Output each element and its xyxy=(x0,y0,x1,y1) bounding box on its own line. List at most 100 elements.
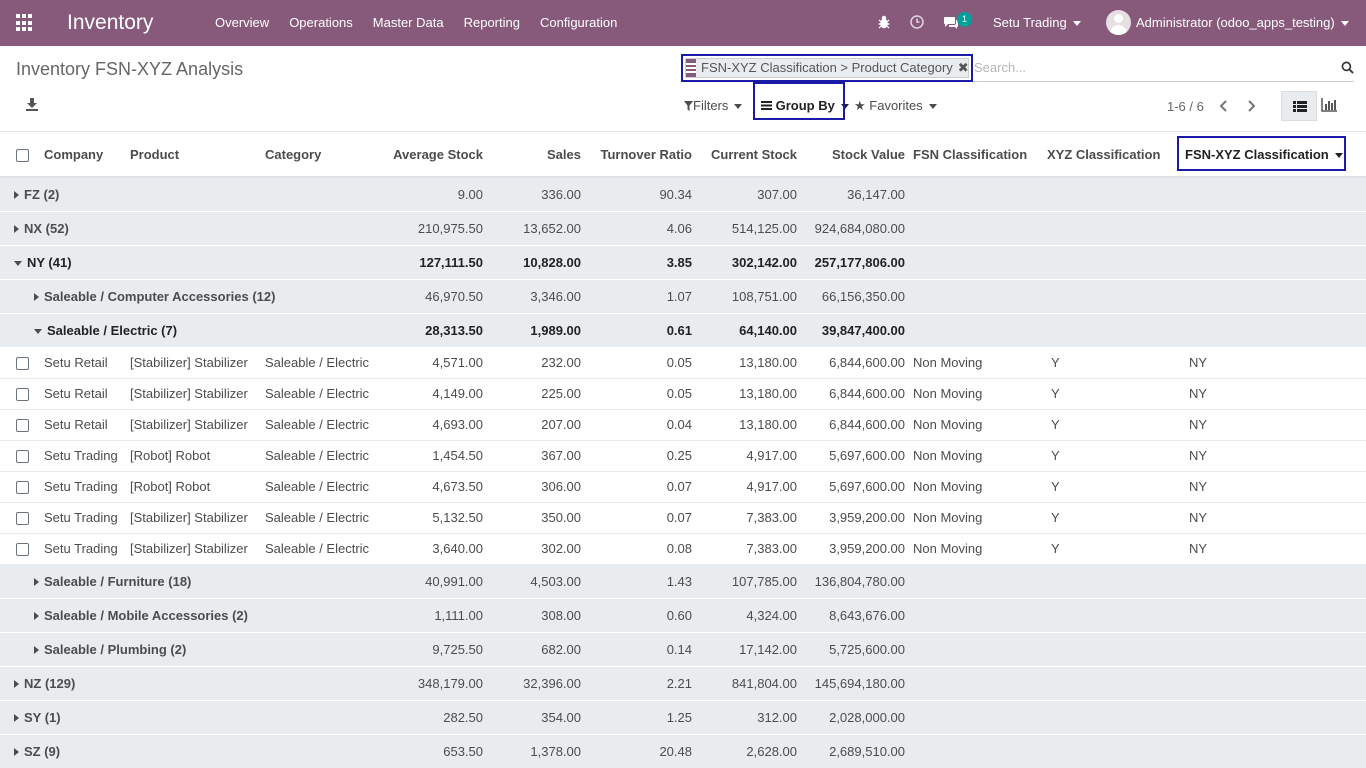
cell-current-stock: 4,917.00 xyxy=(696,440,801,472)
menu-item-master-data[interactable]: Master Data xyxy=(373,0,444,46)
group-label: Saleable / Computer Accessories (12) xyxy=(44,288,276,304)
list-view-icon xyxy=(1293,101,1307,112)
menu-item-reporting[interactable]: Reporting xyxy=(464,0,520,46)
caret-right-icon xyxy=(14,714,19,723)
row-checkbox[interactable] xyxy=(16,388,29,402)
column-turnover-ratio[interactable]: Turnover Ratio xyxy=(585,133,696,178)
cell-turnover-ratio: 0.07 xyxy=(585,471,696,503)
group-current-stock: 64,140.00 xyxy=(696,312,801,347)
cell-company: Setu Retail xyxy=(40,409,126,441)
app-brand[interactable]: Inventory xyxy=(67,10,153,36)
caret-down-icon xyxy=(34,328,42,334)
subgroup-row[interactable]: Saleable / Furniture (18) 40,991.00 4,50… xyxy=(0,563,1366,598)
message-count-badge: 1 xyxy=(957,12,972,27)
table-row[interactable]: Setu Trading [Robot] Robot Saleable / El… xyxy=(0,471,1366,503)
cell-current-stock: 13,180.00 xyxy=(696,347,801,379)
bug-icon[interactable] xyxy=(878,15,890,29)
cell-company: Setu Trading xyxy=(40,533,126,565)
subgroup-row[interactable]: Saleable / Mobile Accessories (2) 1,111.… xyxy=(0,597,1366,632)
chevron-left-icon[interactable] xyxy=(1219,100,1228,112)
row-checkbox[interactable] xyxy=(16,481,29,495)
user-menu[interactable]: Administrator (odoo_apps_testing) xyxy=(1136,0,1349,46)
group-sales: 13,652.00 xyxy=(487,210,585,245)
favorites-button[interactable]: ★ Favorites xyxy=(854,98,937,114)
subgroup-row[interactable]: Saleable / Computer Accessories (12) 46,… xyxy=(0,278,1366,313)
column-product[interactable]: Product xyxy=(126,133,261,178)
select-all-checkbox[interactable] xyxy=(16,149,29,163)
group-row[interactable]: SZ (9) 653.50 1,378.00 20.48 2,628.00 2,… xyxy=(0,733,1366,768)
table-row[interactable]: Setu Retail [Stabilizer] Stabilizer Sale… xyxy=(0,378,1366,410)
column-company[interactable]: Company xyxy=(40,133,126,178)
row-checkbox[interactable] xyxy=(16,450,29,464)
filter-icon xyxy=(684,101,693,111)
caret-right-icon xyxy=(34,578,39,587)
search-input[interactable] xyxy=(974,60,1314,75)
subgroup-row[interactable]: Saleable / Plumbing (2) 9,725.50 682.00 … xyxy=(0,631,1366,666)
apps-menu-icon[interactable] xyxy=(16,14,34,32)
table-row[interactable]: Setu Retail [Stabilizer] Stabilizer Sale… xyxy=(0,347,1366,379)
clock-icon[interactable] xyxy=(910,15,924,29)
group-row[interactable]: SY (1) 282.50 354.00 1.25 312.00 2,028,0… xyxy=(0,699,1366,734)
control-panel: Inventory FSN-XYZ Analysis FSN-XYZ Class… xyxy=(0,46,1366,132)
list-view-button[interactable] xyxy=(1281,91,1317,121)
row-checkbox[interactable] xyxy=(16,543,29,557)
user-name: Administrator (odoo_apps_testing) xyxy=(1136,15,1335,30)
column-xyz-classification[interactable]: XYZ Classification xyxy=(1043,133,1177,178)
column-sales[interactable]: Sales xyxy=(487,133,585,178)
column-average-stock[interactable]: Average Stock xyxy=(371,133,487,178)
row-checkbox[interactable] xyxy=(16,512,29,526)
menu-item-overview[interactable]: Overview xyxy=(215,0,269,46)
cell-product: [Stabilizer] Stabilizer xyxy=(126,347,261,379)
group-row[interactable]: FZ (2) 9.00 336.00 90.34 307.00 36,147.0… xyxy=(0,176,1366,211)
menu-item-configuration[interactable]: Configuration xyxy=(540,0,617,46)
group-label: NZ (129) xyxy=(24,675,76,691)
user-avatar[interactable] xyxy=(1106,10,1131,35)
group-row[interactable]: NZ (129) 348,179.00 32,396.00 2.21 841,8… xyxy=(0,665,1366,700)
download-icon[interactable] xyxy=(26,98,38,111)
chevron-right-icon[interactable] xyxy=(1247,100,1256,112)
pager-value[interactable]: 1-6 / 6 xyxy=(1167,99,1204,114)
cell-category: Saleable / Electric xyxy=(261,502,371,534)
menu-item-operations[interactable]: Operations xyxy=(289,0,353,46)
cell-xyz: Y xyxy=(1043,347,1177,379)
group-row[interactable]: NY (41) 127,111.50 10,828.00 3.85 302,14… xyxy=(0,244,1366,279)
page-title: Inventory FSN-XYZ Analysis xyxy=(16,59,244,79)
cell-stock-value: 6,844,600.00 xyxy=(801,347,909,379)
table-row[interactable]: Setu Trading [Robot] Robot Saleable / El… xyxy=(0,440,1366,472)
cell-current-stock: 13,180.00 xyxy=(696,409,801,441)
row-checkbox[interactable] xyxy=(16,356,29,370)
cell-company: Setu Retail xyxy=(40,378,126,410)
cell-fsn-xyz: NY xyxy=(1177,440,1366,472)
cell-average-stock: 3,640.00 xyxy=(371,533,487,565)
group-sales: 1,378.00 xyxy=(487,733,585,768)
chevron-down-icon xyxy=(1072,21,1081,27)
group-row[interactable]: NX (52) 210,975.50 13,652.00 4.06 514,12… xyxy=(0,210,1366,245)
column-category[interactable]: Category xyxy=(261,133,371,178)
search-facet[interactable]: FSN-XYZ Classification > Product Categor… xyxy=(681,54,973,82)
column-fsn-xyz-label: FSN-XYZ Classification xyxy=(1185,147,1329,162)
chevron-down-icon xyxy=(928,104,937,110)
group-turnover-ratio: 2.21 xyxy=(585,665,696,700)
remove-facet-icon[interactable]: ✖ xyxy=(958,59,973,77)
table-row[interactable]: Setu Retail [Stabilizer] Stabilizer Sale… xyxy=(0,409,1366,441)
group-average-stock: 210,975.50 xyxy=(371,210,487,245)
cell-fsn-xyz: NY xyxy=(1177,347,1366,379)
graph-view-icon[interactable] xyxy=(1321,98,1337,112)
table-row[interactable]: Setu Trading [Stabilizer] Stabilizer Sal… xyxy=(0,533,1366,565)
table-row[interactable]: Setu Trading [Stabilizer] Stabilizer Sal… xyxy=(0,502,1366,534)
group-label: FZ (2) xyxy=(24,186,60,202)
column-stock-value[interactable]: Stock Value xyxy=(801,133,909,178)
facet-value: FSN-XYZ Classification > Product Categor… xyxy=(701,60,953,75)
column-fsn-classification[interactable]: FSN Classification xyxy=(909,133,1043,178)
row-checkbox[interactable] xyxy=(16,419,29,433)
subgroup-row[interactable]: Saleable / Electric (7) 28,313.50 1,989.… xyxy=(0,312,1366,347)
column-fsn-xyz-classification[interactable]: FSN-XYZ Classification xyxy=(1177,133,1366,178)
column-current-stock[interactable]: Current Stock xyxy=(696,133,801,178)
search-icon[interactable] xyxy=(1341,61,1354,74)
cell-sales: 232.00 xyxy=(487,347,585,379)
caret-right-icon xyxy=(14,680,19,689)
company-switcher[interactable]: Setu Trading xyxy=(993,0,1081,46)
star-icon: ★ xyxy=(854,98,866,113)
filters-button[interactable]: Filters xyxy=(684,98,743,114)
group-stock-value: 66,156,350.00 xyxy=(801,278,909,313)
